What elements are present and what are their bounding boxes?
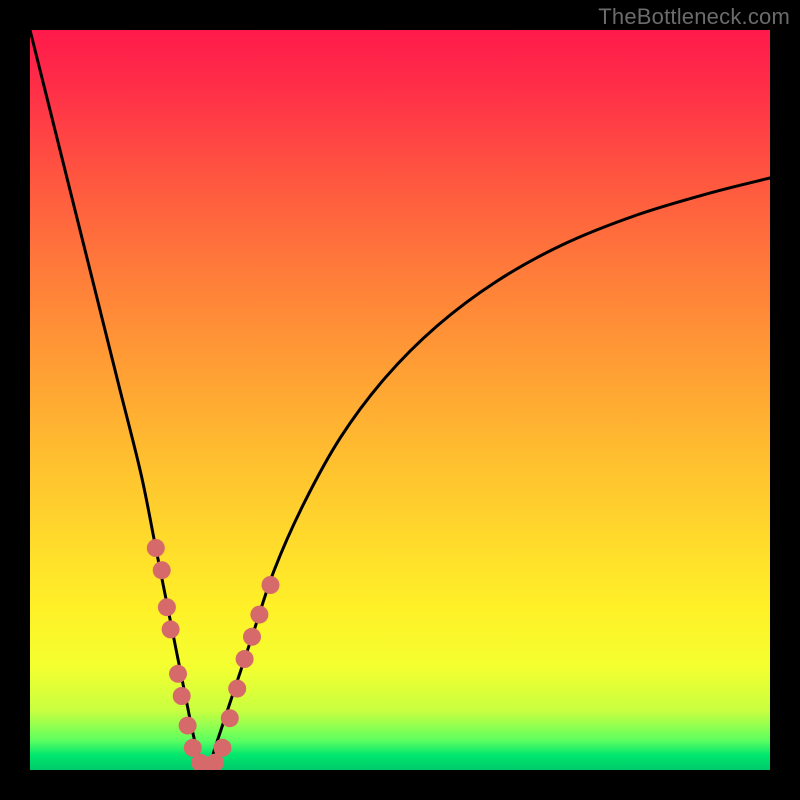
- highlighted-points: [147, 539, 280, 770]
- bottleneck-curve: [30, 30, 770, 770]
- marker-dot: [236, 650, 254, 668]
- marker-dot: [250, 606, 268, 624]
- watermark-text: TheBottleneck.com: [598, 4, 790, 30]
- chart-frame: TheBottleneck.com: [0, 0, 800, 800]
- marker-dot: [184, 739, 202, 757]
- marker-dot: [206, 754, 224, 770]
- marker-dot: [162, 620, 180, 638]
- marker-dot: [169, 665, 187, 683]
- marker-dot: [153, 561, 171, 579]
- marker-dot: [179, 717, 197, 735]
- marker-dot: [199, 761, 217, 770]
- marker-dot: [191, 754, 209, 770]
- marker-dot: [147, 539, 165, 557]
- marker-dot: [213, 739, 231, 757]
- marker-dot: [173, 687, 191, 705]
- marker-dot: [221, 709, 239, 727]
- marker-dot: [228, 680, 246, 698]
- marker-dot: [158, 598, 176, 616]
- plot-area: [30, 30, 770, 770]
- chart-svg: [30, 30, 770, 770]
- marker-dot: [262, 576, 280, 594]
- marker-dot: [243, 628, 261, 646]
